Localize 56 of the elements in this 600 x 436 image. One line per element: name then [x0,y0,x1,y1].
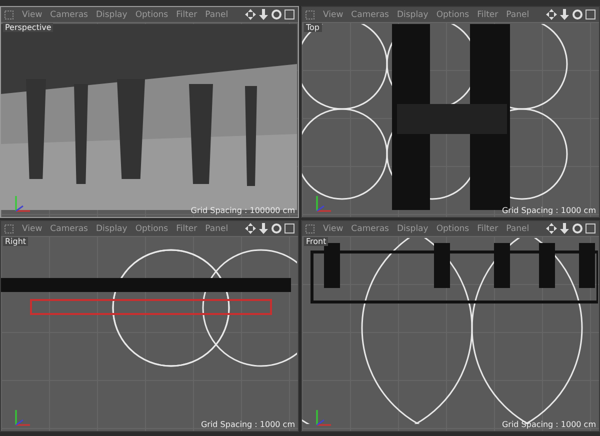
menu-item[interactable]: Panel [506,10,530,20]
menu-item[interactable]: View [323,10,344,20]
menu-item[interactable]: Panel [205,224,228,234]
rotate-icon [271,223,282,234]
maximize-icon [585,223,596,234]
menu-item[interactable]: View [22,10,42,20]
menu-item[interactable]: Display [396,224,428,234]
menu-item[interactable]: Cameras [50,224,88,234]
move-icon [245,9,256,20]
menu-item[interactable]: View [323,224,344,234]
viewport-label: Perspective [3,23,54,32]
rotate-icon [271,9,282,20]
menu-item[interactable]: Options [436,10,470,20]
grip-icon [305,224,315,234]
menu-item[interactable]: Display [396,10,428,20]
menu-item[interactable]: Filter [477,10,498,20]
maximize-icon [585,9,596,20]
menu-item[interactable]: Display [96,224,128,234]
grid-spacing-label: Grid Spacing : 1000 cm [200,420,295,429]
viewport-label: Front [304,237,328,246]
menu-item[interactable]: Display [96,10,128,20]
menu-item[interactable]: Panel [506,224,530,234]
grip-icon [4,224,14,234]
grid-spacing-label: Grid Spacing : 1000 cm [502,206,596,215]
grid-spacing-label: Grid Spacing : 100000 cm [190,206,295,215]
axis-icon [314,193,334,213]
menu-item[interactable]: Options [135,224,168,234]
menu-item[interactable]: Filter [176,224,198,234]
down-arrow-icon [559,9,570,20]
down-arrow-icon [258,9,269,20]
rotate-icon [572,223,583,234]
move-icon [245,223,256,234]
menu-item[interactable]: Options [436,224,470,234]
down-arrow-icon [559,223,570,234]
menu-item[interactable]: Panel [205,10,228,20]
down-arrow-icon [258,223,269,234]
menu-item[interactable]: Filter [176,10,198,20]
menu-item[interactable]: Cameras [351,10,389,20]
menu-item[interactable]: Options [135,10,168,20]
axis-icon [314,407,334,427]
viewport-label: Top [304,23,322,32]
menu-item[interactable]: Cameras [50,10,88,20]
move-icon [546,223,557,234]
move-icon [546,9,557,20]
rotate-icon [572,9,583,20]
menu-item[interactable]: Cameras [351,224,389,234]
grid-spacing-label: Grid Spacing : 1000 cm [502,420,596,429]
viewport-label: Right [3,237,28,246]
axis-icon [13,407,33,427]
menu-item[interactable]: View [22,224,42,234]
grip-icon [305,10,315,20]
maximize-icon [284,9,295,20]
maximize-icon [284,223,295,234]
grip-icon [4,10,14,20]
axis-icon [13,193,33,213]
menu-item[interactable]: Filter [477,224,498,234]
